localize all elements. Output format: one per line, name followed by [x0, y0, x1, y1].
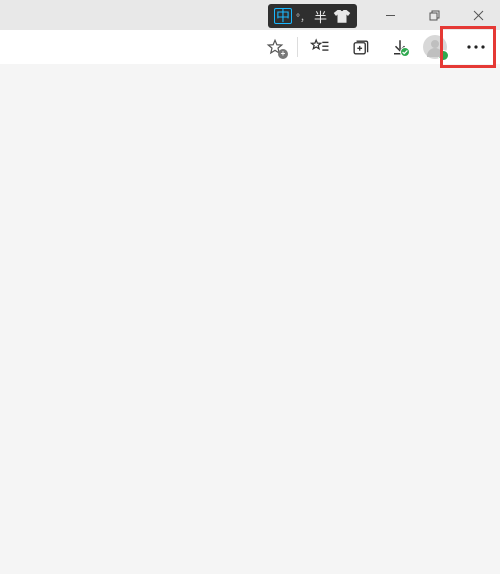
browser-toolbar: + [0, 30, 500, 65]
collections-button[interactable] [340, 31, 380, 63]
close-button[interactable] [456, 0, 500, 30]
profile-status-dot [438, 50, 449, 61]
favorites-button[interactable] [300, 31, 340, 63]
address-bar-zone[interactable]: + [0, 30, 295, 64]
ime-mode-label: 中 [274, 8, 292, 24]
page-content-empty [0, 64, 500, 574]
ellipsis-icon [467, 45, 485, 49]
ime-separator: °， [296, 9, 310, 24]
avatar-icon [423, 35, 447, 59]
downloads-button[interactable] [380, 31, 420, 63]
ime-indicator[interactable]: 中 °， 半 [268, 4, 357, 28]
toolbar-divider [297, 37, 298, 57]
tshirt-icon [333, 8, 351, 24]
window-controls [368, 0, 500, 30]
menu-button[interactable] [454, 31, 498, 63]
title-bar [0, 0, 500, 30]
maximize-button[interactable] [412, 0, 456, 30]
browser-window: 中 °， 半 + [0, 0, 500, 574]
downloads-status-dot [400, 47, 410, 57]
profile-button[interactable] [420, 31, 454, 63]
ime-width-label: 半 [314, 7, 327, 26]
minimize-button[interactable] [368, 0, 412, 30]
add-favorite-button[interactable]: + [261, 31, 289, 63]
